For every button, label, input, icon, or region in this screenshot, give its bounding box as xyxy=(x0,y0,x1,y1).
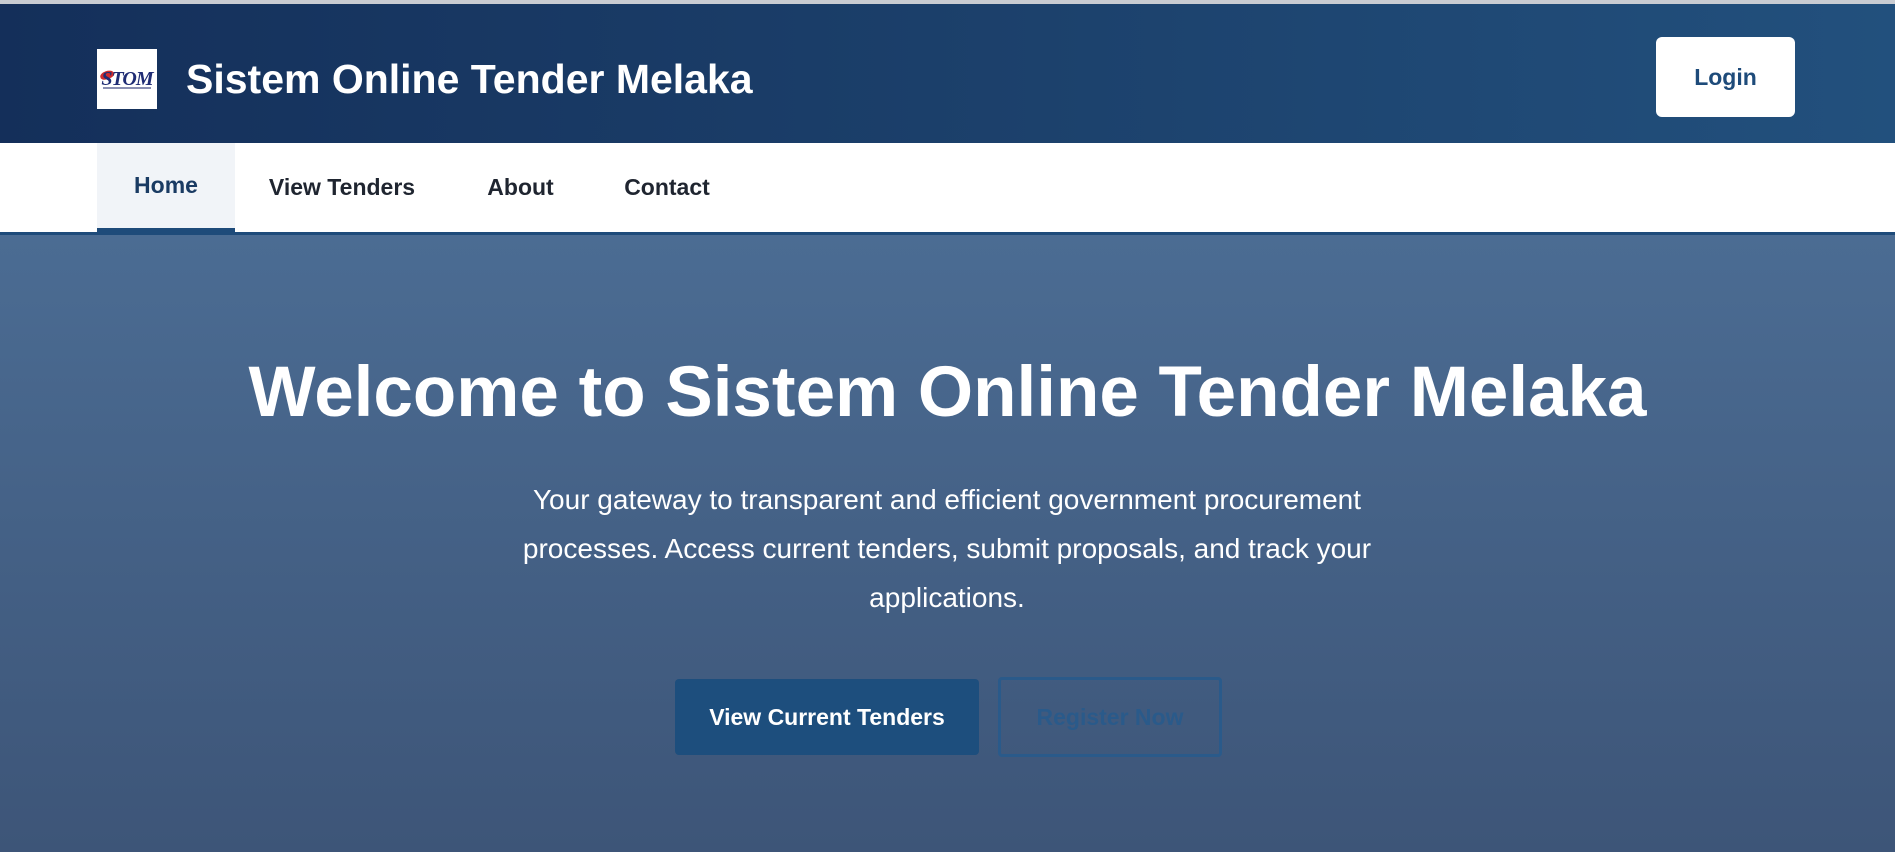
nav-item-view-tenders[interactable]: View Tenders xyxy=(235,143,449,232)
register-now-button[interactable]: Register Now xyxy=(998,677,1222,757)
login-button[interactable]: Login xyxy=(1656,37,1795,117)
logo-underline xyxy=(103,87,151,89)
nav-item-contact[interactable]: Contact xyxy=(592,143,742,232)
hero-subtitle-line: applications. xyxy=(869,582,1025,613)
nav-item-about[interactable]: About xyxy=(449,143,592,232)
nav-item-home[interactable]: Home xyxy=(97,143,235,232)
hero-section: Welcome to Sistem Online Tender Melaka Y… xyxy=(0,235,1895,852)
view-current-tenders-button[interactable]: View Current Tenders xyxy=(675,679,979,755)
site-logo[interactable]: STOM xyxy=(97,49,157,109)
hero-subtitle-line: processes. Access current tenders, submi… xyxy=(522,533,1372,564)
hero-subtitle: Your gateway to transparent and efficien… xyxy=(497,475,1397,622)
hero-title: Welcome to Sistem Online Tender Melaka xyxy=(248,353,1647,432)
main-nav: Home View Tenders About Contact xyxy=(0,143,1895,235)
site-header: STOM Sistem Online Tender Melaka Login xyxy=(0,4,1895,143)
site-title: Sistem Online Tender Melaka xyxy=(186,56,753,102)
hero-subtitle-line: Your gateway to transparent and efficien… xyxy=(532,484,1362,515)
